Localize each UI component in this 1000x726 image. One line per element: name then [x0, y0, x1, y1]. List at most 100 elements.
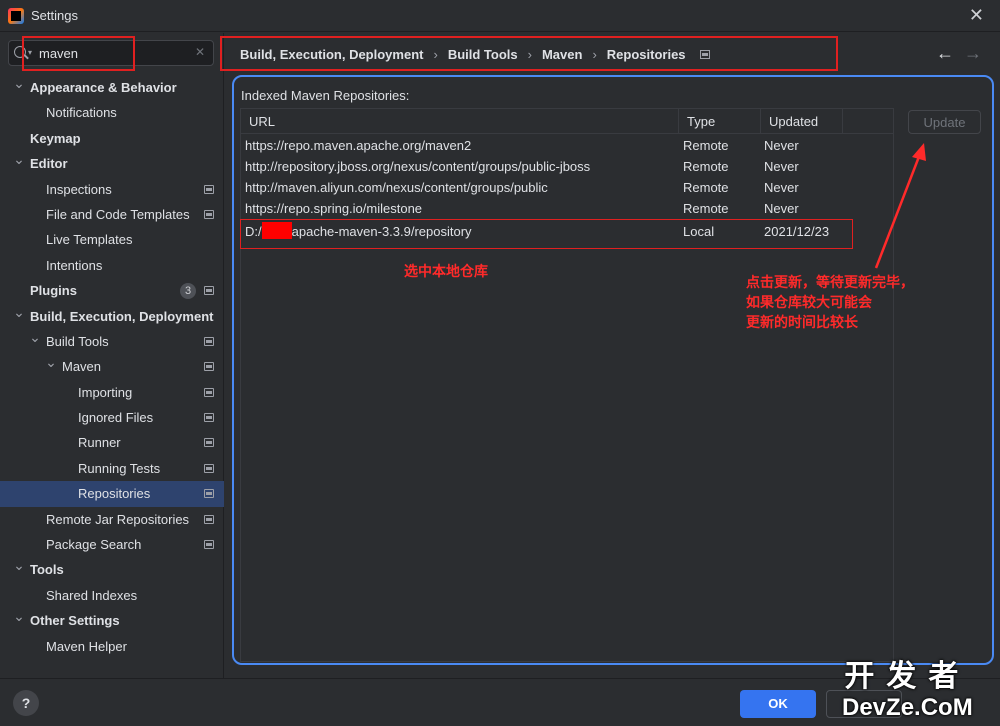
intellij-app-icon: [8, 8, 24, 24]
cell-url: https://repo.spring.io/milestone: [245, 201, 423, 216]
project-settings-icon: [204, 438, 214, 448]
cell-type: Remote: [683, 159, 729, 174]
sidebar-item-inspections[interactable]: Inspections: [0, 177, 224, 202]
column-header-updated[interactable]: Updated: [761, 109, 843, 134]
sidebar-item-running-tests[interactable]: Running Tests: [0, 456, 224, 481]
sidebar-item-label: Build, Execution, Deployment: [30, 308, 214, 324]
project-settings-icon: [204, 413, 214, 423]
project-settings-icon: [204, 387, 214, 397]
chevron-down-icon[interactable]: ⌄: [13, 553, 25, 578]
help-button[interactable]: ?: [13, 690, 39, 716]
forward-arrow-icon[interactable]: →: [964, 43, 982, 64]
project-settings-icon: [204, 184, 214, 194]
column-header-url[interactable]: URL: [241, 109, 679, 134]
update-count-badge: 3: [180, 283, 196, 300]
settings-sidebar: ▾ ✕ ⌄Appearance & BehaviorNotificationsK…: [0, 33, 224, 678]
sidebar-item-notifications[interactable]: Notifications: [0, 100, 224, 125]
sidebar-item-label: Intentions: [46, 257, 103, 273]
sidebar-item-label: Ignored Files: [78, 410, 154, 426]
clear-search-icon[interactable]: ✕: [195, 45, 205, 59]
close-icon[interactable]: ✕: [969, 6, 984, 24]
sidebar-item-label: Editor: [30, 156, 68, 172]
sidebar-item-label: Tools: [30, 562, 64, 578]
sidebar-item-repositories[interactable]: Repositories: [0, 481, 224, 507]
chevron-down-icon[interactable]: ⌄: [13, 147, 25, 172]
sidebar-item-label: Maven Helper: [46, 638, 127, 654]
table-header: URL Type Updated: [241, 109, 893, 134]
cell-updated: Never: [764, 180, 799, 195]
chevron-down-icon[interactable]: ⌄: [13, 300, 25, 325]
project-settings-icon: [204, 540, 214, 550]
window-title: Settings: [31, 8, 78, 23]
cell-type: Remote: [683, 138, 729, 153]
cell-url: http://maven.aliyun.com/nexus/content/gr…: [245, 180, 548, 195]
chevron-down-icon[interactable]: ⌄: [13, 71, 25, 96]
sidebar-item-file-and-code-templates[interactable]: File and Code Templates: [0, 202, 224, 227]
sidebar-item-other-settings[interactable]: ⌄ Other Settings: [0, 608, 224, 633]
sidebar-item-label: Live Templates: [46, 232, 133, 248]
breadcrumb-highlight-annotation: [220, 36, 838, 71]
sidebar-item-keymap[interactable]: Keymap: [0, 126, 224, 151]
sidebar-item-shared-indexes[interactable]: Shared Indexes: [0, 583, 224, 608]
column-header-type[interactable]: Type: [679, 109, 761, 134]
update-button[interactable]: Update: [908, 110, 981, 134]
settings-tree: ⌄ Appearance & Behavior Notifications Keyma…: [0, 75, 224, 659]
project-settings-icon: [204, 514, 214, 524]
sidebar-item-editor[interactable]: ⌄ Editor: [0, 151, 224, 176]
sidebar-item-label: Running Tests: [78, 460, 161, 476]
sidebar-item-importing[interactable]: Importing: [0, 380, 224, 405]
watermark-text-top: 开发者: [844, 660, 971, 693]
table-row[interactable]: http://maven.aliyun.com/nexus/content/gr…: [241, 177, 893, 198]
cell-url: https://repo.maven.apache.org/maven2: [245, 138, 472, 153]
sidebar-item-label: Remote Jar Repositories: [46, 511, 190, 527]
sidebar-item-label: Importing: [78, 384, 133, 400]
sidebar-item-ignored-files[interactable]: Ignored Files: [0, 405, 224, 430]
sidebar-item-remote-jar-repositories[interactable]: Remote Jar Repositories: [0, 507, 224, 532]
sidebar-item-runner[interactable]: Runner: [0, 430, 224, 455]
sidebar-item-label: Repositories: [78, 486, 151, 502]
cell-type: Remote: [683, 201, 729, 216]
sidebar-item-maven-helper[interactable]: Maven Helper: [0, 634, 224, 659]
chevron-down-icon[interactable]: ⌄: [13, 604, 25, 629]
sidebar-item-intentions[interactable]: Intentions: [0, 253, 224, 278]
cell-updated: Never: [764, 201, 799, 216]
sidebar-item-label: Other Settings: [30, 613, 120, 629]
sidebar-item-label: Runner: [78, 435, 121, 451]
project-settings-icon: [204, 362, 214, 372]
search-highlight-annotation: [22, 36, 135, 71]
sidebar-item-label: Plugins: [30, 283, 77, 299]
sidebar-item-appearance-behavior[interactable]: ⌄ Appearance & Behavior: [0, 75, 224, 100]
watermark-text-bottom: DevZe.CoM: [842, 694, 973, 721]
back-arrow-icon[interactable]: ←: [936, 43, 954, 64]
sidebar-item-label: Notifications: [46, 105, 117, 121]
sidebar-item-label: Inspections: [46, 181, 112, 197]
sidebar-item-build-tools[interactable]: ⌄ Build Tools: [0, 329, 224, 354]
sidebar-item-label: Maven: [62, 359, 102, 375]
project-settings-icon: [204, 209, 214, 219]
repositories-table[interactable]: URL Type Updated https://repo.maven.apac…: [240, 108, 894, 662]
sidebar-item-plugins[interactable]: Plugins 3: [0, 278, 224, 303]
sidebar-item-maven[interactable]: ⌄ Maven: [0, 354, 224, 379]
project-settings-icon: [204, 463, 214, 473]
sidebar-item-tools[interactable]: ⌄ Tools: [0, 557, 224, 582]
sidebar-item-package-search[interactable]: Package Search: [0, 532, 224, 557]
annotation-select-local: 选中本地仓库: [404, 263, 488, 279]
local-repo-highlight-annotation: [240, 219, 853, 249]
table-row[interactable]: https://repo.maven.apache.org/maven2 Remo…: [241, 135, 893, 156]
sidebar-item-label: Shared Indexes: [46, 587, 138, 603]
title-bar: Settings ✕: [0, 0, 1000, 32]
cell-updated: Never: [764, 138, 799, 153]
watermark: 开发者 DevZe.CoM: [842, 660, 973, 722]
ok-button[interactable]: OK: [740, 690, 816, 718]
sidebar-item-label: Appearance & Behavior: [30, 80, 177, 95]
chevron-down-icon[interactable]: ⌄: [29, 325, 41, 350]
chevron-down-icon[interactable]: ⌄: [45, 350, 57, 375]
sidebar-item-live-templates[interactable]: Live Templates: [0, 227, 224, 252]
table-row[interactable]: http://repository.jboss.org/nexus/conten…: [241, 156, 893, 177]
project-settings-icon: [204, 336, 214, 346]
annotation-update-note: 点击更新，等待更新完毕， 如果仓库较大可能会 更新的时间比较长: [746, 272, 926, 332]
sidebar-item-label: File and Code Templates: [46, 206, 190, 222]
project-settings-icon: [204, 286, 214, 296]
table-row[interactable]: https://repo.spring.io/milestone Remote Ne…: [241, 198, 893, 219]
sidebar-item-label: Keymap: [30, 130, 81, 146]
